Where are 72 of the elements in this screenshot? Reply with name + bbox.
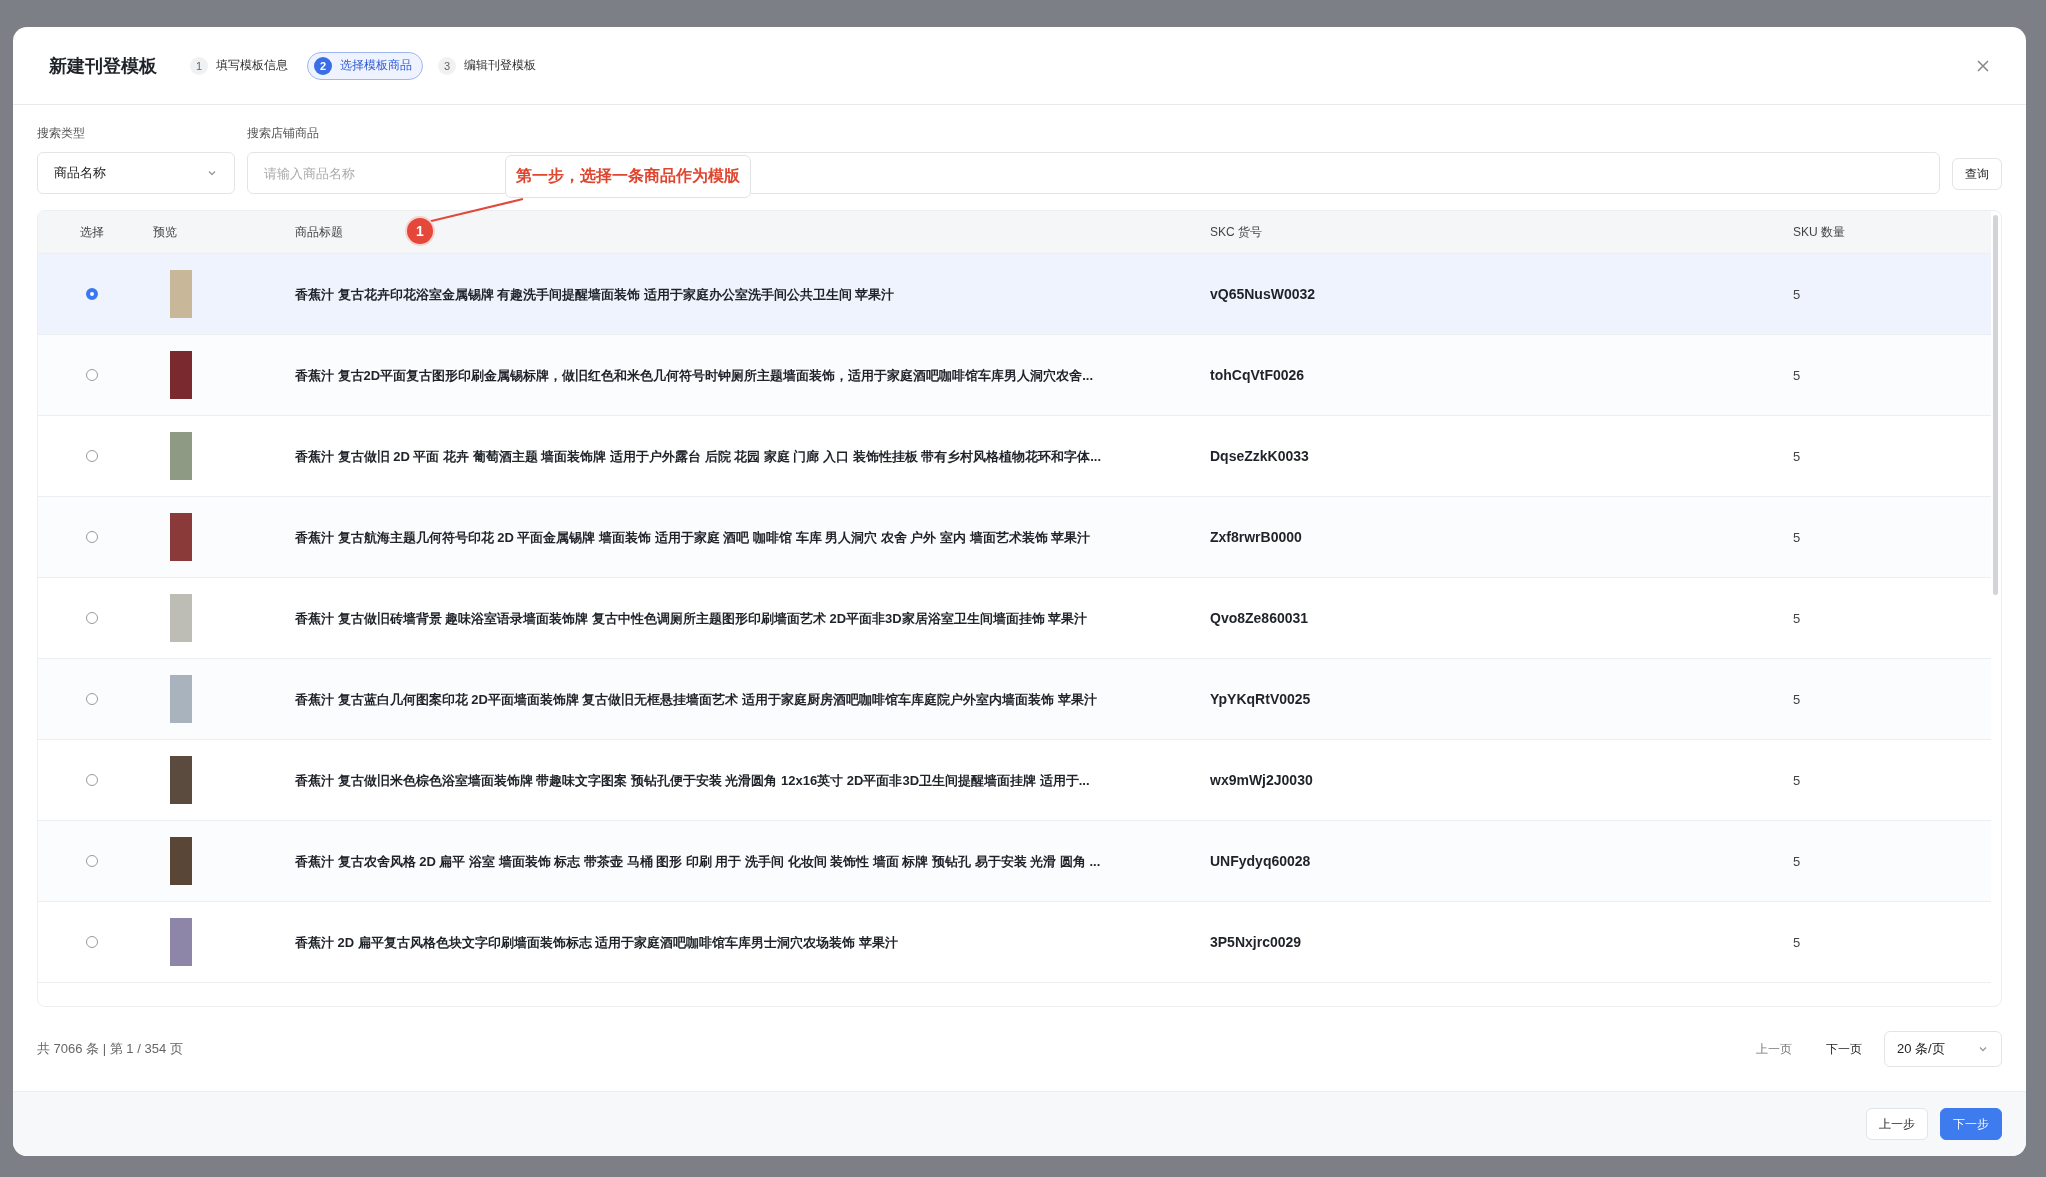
step-label: 编辑刊登模板 [464, 57, 536, 74]
photo-placeholder [170, 270, 192, 318]
search-type-select[interactable]: 商品名称 [37, 152, 235, 194]
next-step-button[interactable]: 下一步 [1940, 1108, 2002, 1140]
close-icon[interactable] [1976, 58, 1990, 73]
photo-placeholder [170, 918, 192, 966]
product-title: 香蕉汁 复古做旧砖墙背景 趣味浴室语录墙面装饰牌 复古中性色调厕所主题图形印刷墙面艺术 2D平面非3D家居浴室卫生间墙面挂饰 苹果汁 [295, 610, 1088, 626]
radio-button[interactable] [85, 774, 98, 786]
column-header: SKU 数量 [1793, 224, 1845, 239]
step-tab[interactable]: 3 编辑刊登模板 [431, 51, 547, 80]
step-label: 选择模板商品 [340, 57, 412, 74]
product-title: 香蕉汁 复古蓝白几何图案印花 2D平面墙面装饰牌 复古做旧无框悬挂墙面艺术 适用于家庭厨房酒吧咖啡馆车库庭院户外室内墙面装饰 苹果汁 [295, 691, 1097, 707]
sku-count: 5 [1793, 935, 1801, 950]
skc-code: Zxf8rwrB0000 [1210, 529, 1302, 545]
skc-code: Qvo8Ze860031 [1210, 610, 1309, 626]
radio-button[interactable] [85, 612, 98, 624]
sku-count: 5 [1793, 611, 1801, 626]
photo-placeholder [170, 756, 192, 804]
sku-count: 5 [1793, 773, 1801, 788]
annotation-callout: 第一步，选择一条商品作为模版 [505, 155, 751, 198]
dialog-title: 新建刊登模板 [49, 54, 157, 78]
page-size-select[interactable]: 20 条/页 [1884, 1031, 2002, 1067]
photo-placeholder [170, 675, 192, 723]
radio-button[interactable] [85, 450, 98, 462]
photo-placeholder [170, 513, 192, 561]
product-title: 香蕉汁 复古做旧米色棕色浴室墙面装饰牌 带趣味文字图案 预钻孔便于安装 光滑圆角 12x16英寸 2D平面非3D卫生间提醒墙面挂牌 适用于... [295, 772, 1090, 788]
skc-code: UNFydyq60028 [1210, 853, 1311, 869]
radio-button[interactable] [85, 288, 98, 300]
column-header: 选择 [79, 223, 104, 241]
column-header: 商品标题 [295, 224, 343, 239]
skc-code: 3P5Nxjrc0029 [1210, 934, 1302, 950]
skc-code: tohCqVtF0026 [1210, 367, 1305, 383]
photo-placeholder [170, 432, 192, 480]
product-title: 香蕉汁 2D 扁平复古风格色块文字印刷墙面装饰标志 适用于家庭酒吧咖啡馆车库男士洞穴农场装饰 苹果汁 [295, 934, 899, 950]
sku-count: 5 [1793, 692, 1801, 707]
column-header: 预览 [153, 224, 177, 239]
skc-code: DqseZzkK0033 [1210, 448, 1309, 464]
radio-button[interactable] [85, 693, 98, 705]
product-title: 香蕉汁 复古农舍风格 2D 扁平 浴室 墙面装饰 标志 带茶壶 马桶 图形 印刷 用于 洗手间 化妆间 装饰性 墙面 标牌 预钻孔 易于安装 光滑 圆角 ... [295, 853, 1101, 869]
pagination-summary: 共 7066 条 | 第 1 / 354 页 [37, 1040, 183, 1058]
step-number: 1 [190, 56, 208, 75]
radio-button[interactable] [85, 369, 98, 381]
back-button[interactable]: 上一步 [1866, 1108, 1928, 1140]
field-label: 搜索类型 [37, 125, 86, 142]
photo-placeholder [170, 837, 192, 885]
next-page-button[interactable]: 下一页 [1814, 1036, 1874, 1062]
sku-count: 5 [1793, 368, 1801, 383]
step-label: 填写模板信息 [216, 57, 288, 74]
field-label: 搜索店铺商品 [247, 125, 320, 142]
skc-code: vQ65NusW0032 [1210, 286, 1316, 302]
step-tab[interactable]: 2 选择模板商品 [307, 51, 423, 80]
step-tab[interactable]: 1 填写模板信息 [183, 51, 299, 80]
sku-count: 5 [1793, 854, 1801, 869]
radio-button[interactable] [85, 936, 98, 948]
product-title: 香蕉汁 复古花卉印花浴室金属锡牌 有趣洗手间提醒墙面装饰 适用于家庭办公室洗手间公共卫生间 苹果汁 [295, 286, 895, 302]
photo-placeholder [170, 594, 192, 642]
radio-button[interactable] [85, 855, 98, 867]
photo-placeholder [170, 351, 192, 399]
sku-count: 5 [1793, 287, 1801, 302]
sku-count: 5 [1793, 449, 1801, 464]
skc-code: wx9mWj2J0030 [1210, 772, 1313, 788]
step-number: 3 [438, 56, 456, 75]
column-header: SKC 货号 [1210, 224, 1262, 239]
product-title: 香蕉汁 复古做旧 2D 平面 花卉 葡萄酒主题 墙面装饰牌 适用于户外露台 后院 花园 家庭 门廊 入口 装饰性挂板 带有乡村风格植物花环和字体... [295, 448, 1102, 464]
query-button[interactable]: 查询 [1952, 158, 2002, 190]
sku-count: 5 [1793, 530, 1801, 545]
radio-button[interactable] [85, 531, 98, 543]
scrollbar[interactable] [1993, 215, 1998, 595]
product-title: 香蕉汁 复古航海主题几何符号印花 2D 平面金属锡牌 墙面装饰 适用于家庭 酒吧 咖啡馆 车库 男人洞穴 农舍 户外 室内 墙面艺术装饰 苹果汁 [295, 529, 1091, 545]
step-number: 2 [314, 56, 332, 75]
skc-code: YpYKqRtV0025 [1210, 691, 1311, 707]
product-title: 香蕉汁 复古2D平面复古图形印刷金属锡标牌，做旧红色和米色几何符号时钟厕所主题墙面装饰，适用于家庭酒吧咖啡馆车库男人洞穴农舍... [295, 367, 1094, 383]
